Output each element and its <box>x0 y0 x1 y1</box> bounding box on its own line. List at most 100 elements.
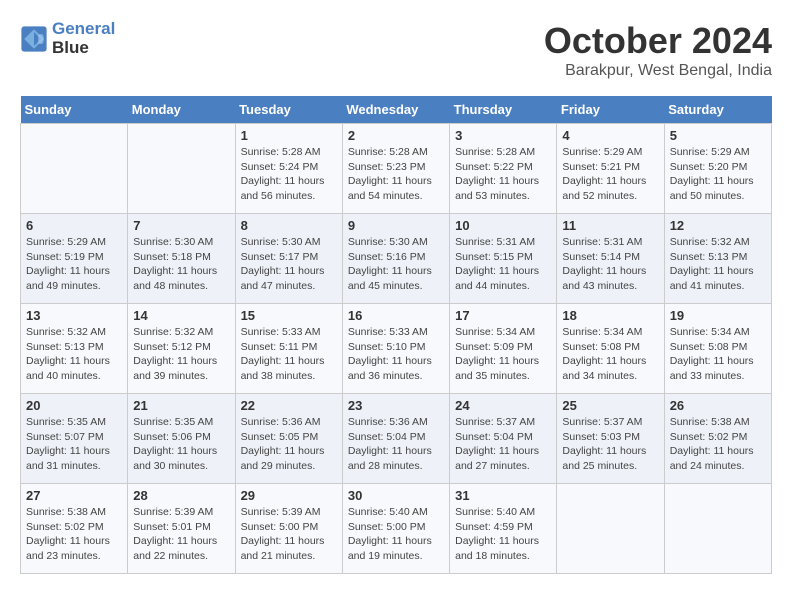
calendar-cell: 16 Sunrise: 5:33 AM Sunset: 5:10 PM Dayli… <box>342 304 449 394</box>
logo-blue: Blue <box>52 38 89 57</box>
cell-detail: Sunrise: 5:33 AM Sunset: 5:11 PM Dayligh… <box>241 325 337 384</box>
calendar-table: SundayMondayTuesdayWednesdayThursdayFrid… <box>20 96 772 574</box>
calendar-cell <box>557 484 664 574</box>
page-header: General Blue October 2024 Barakpur, West… <box>20 20 772 80</box>
cell-detail: Sunrise: 5:32 AM Sunset: 5:13 PM Dayligh… <box>670 235 766 294</box>
day-number: 23 <box>348 398 444 413</box>
cell-detail: Sunrise: 5:40 AM Sunset: 5:00 PM Dayligh… <box>348 505 444 564</box>
day-number: 30 <box>348 488 444 503</box>
cell-detail: Sunrise: 5:30 AM Sunset: 5:17 PM Dayligh… <box>241 235 337 294</box>
day-number: 20 <box>26 398 122 413</box>
cell-detail: Sunrise: 5:36 AM Sunset: 5:04 PM Dayligh… <box>348 415 444 474</box>
cell-detail: Sunrise: 5:28 AM Sunset: 5:23 PM Dayligh… <box>348 145 444 204</box>
calendar-cell: 5 Sunrise: 5:29 AM Sunset: 5:20 PM Daylig… <box>664 124 771 214</box>
calendar-cell: 18Sunrise: 5:34 AM Sunset: 5:08 PM Dayli… <box>557 304 664 394</box>
cell-detail: Sunrise: 5:34 AM Sunset: 5:09 PM Dayligh… <box>455 325 551 384</box>
calendar-cell: 7 Sunrise: 5:30 AM Sunset: 5:18 PM Daylig… <box>128 214 235 304</box>
header-tuesday: Tuesday <box>235 96 342 124</box>
cell-detail: Sunrise: 5:36 AM Sunset: 5:05 PM Dayligh… <box>241 415 337 474</box>
logo-icon <box>20 25 48 53</box>
cell-detail: Sunrise: 5:30 AM Sunset: 5:16 PM Dayligh… <box>348 235 444 294</box>
day-number: 31 <box>455 488 551 503</box>
header-monday: Monday <box>128 96 235 124</box>
header-wednesday: Wednesday <box>342 96 449 124</box>
calendar-cell <box>664 484 771 574</box>
day-number: 13 <box>26 308 122 323</box>
day-number: 10 <box>455 218 551 233</box>
day-number: 6 <box>26 218 122 233</box>
cell-detail: Sunrise: 5:38 AM Sunset: 5:02 PM Dayligh… <box>26 505 122 564</box>
logo-text-block: General Blue <box>52 20 115 57</box>
header-sunday: Sunday <box>21 96 128 124</box>
title-block: October 2024 Barakpur, West Bengal, Indi… <box>544 20 772 80</box>
calendar-week-3: 20 Sunrise: 5:35 AM Sunset: 5:07 PM Dayli… <box>21 394 772 484</box>
calendar-cell: 19 Sunrise: 5:34 AM Sunset: 5:08 PM Dayli… <box>664 304 771 394</box>
calendar-week-2: 13 Sunrise: 5:32 AM Sunset: 5:13 PM Dayli… <box>21 304 772 394</box>
day-number: 2 <box>348 128 444 143</box>
day-number: 9 <box>348 218 444 233</box>
day-number: 18 <box>562 308 658 323</box>
month-title: October 2024 <box>544 20 772 62</box>
day-number: 1 <box>241 128 337 143</box>
cell-detail: Sunrise: 5:37 AM Sunset: 5:04 PM Dayligh… <box>455 415 551 474</box>
logo-general: General <box>52 19 115 38</box>
calendar-cell: 3Sunrise: 5:28 AM Sunset: 5:22 PM Daylig… <box>450 124 557 214</box>
cell-detail: Sunrise: 5:32 AM Sunset: 5:13 PM Dayligh… <box>26 325 122 384</box>
day-number: 12 <box>670 218 766 233</box>
cell-detail: Sunrise: 5:38 AM Sunset: 5:02 PM Dayligh… <box>670 415 766 474</box>
day-number: 19 <box>670 308 766 323</box>
cell-detail: Sunrise: 5:29 AM Sunset: 5:21 PM Dayligh… <box>562 145 658 204</box>
cell-detail: Sunrise: 5:29 AM Sunset: 5:20 PM Dayligh… <box>670 145 766 204</box>
calendar-cell <box>128 124 235 214</box>
day-number: 11 <box>562 218 658 233</box>
cell-detail: Sunrise: 5:39 AM Sunset: 5:01 PM Dayligh… <box>133 505 229 564</box>
calendar-cell: 25 Sunrise: 5:37 AM Sunset: 5:03 PM Dayli… <box>557 394 664 484</box>
day-number: 26 <box>670 398 766 413</box>
day-number: 4 <box>562 128 658 143</box>
day-number: 7 <box>133 218 229 233</box>
day-number: 25 <box>562 398 658 413</box>
day-number: 22 <box>241 398 337 413</box>
day-number: 8 <box>241 218 337 233</box>
calendar-cell: 9 Sunrise: 5:30 AM Sunset: 5:16 PM Daylig… <box>342 214 449 304</box>
location: Barakpur, West Bengal, India <box>544 62 772 80</box>
calendar-cell <box>21 124 128 214</box>
cell-detail: Sunrise: 5:40 AM Sunset: 4:59 PM Dayligh… <box>455 505 551 564</box>
calendar-cell: 21 Sunrise: 5:35 AM Sunset: 5:06 PM Dayli… <box>128 394 235 484</box>
day-number: 28 <box>133 488 229 503</box>
calendar-cell: 24 Sunrise: 5:37 AM Sunset: 5:04 PM Dayli… <box>450 394 557 484</box>
calendar-cell: 11Sunrise: 5:31 AM Sunset: 5:14 PM Dayli… <box>557 214 664 304</box>
cell-detail: Sunrise: 5:37 AM Sunset: 5:03 PM Dayligh… <box>562 415 658 474</box>
day-number: 21 <box>133 398 229 413</box>
cell-detail: Sunrise: 5:30 AM Sunset: 5:18 PM Dayligh… <box>133 235 229 294</box>
calendar-cell: 23 Sunrise: 5:36 AM Sunset: 5:04 PM Dayli… <box>342 394 449 484</box>
calendar-cell: 26 Sunrise: 5:38 AM Sunset: 5:02 PM Dayli… <box>664 394 771 484</box>
cell-detail: Sunrise: 5:35 AM Sunset: 5:06 PM Dayligh… <box>133 415 229 474</box>
calendar-cell: 28 Sunrise: 5:39 AM Sunset: 5:01 PM Dayli… <box>128 484 235 574</box>
cell-detail: Sunrise: 5:29 AM Sunset: 5:19 PM Dayligh… <box>26 235 122 294</box>
header-saturday: Saturday <box>664 96 771 124</box>
calendar-cell: 8 Sunrise: 5:30 AM Sunset: 5:17 PM Daylig… <box>235 214 342 304</box>
day-number: 16 <box>348 308 444 323</box>
calendar-cell: 17Sunrise: 5:34 AM Sunset: 5:09 PM Dayli… <box>450 304 557 394</box>
calendar-cell: 22 Sunrise: 5:36 AM Sunset: 5:05 PM Dayli… <box>235 394 342 484</box>
calendar-cell: 27 Sunrise: 5:38 AM Sunset: 5:02 PM Dayli… <box>21 484 128 574</box>
day-number: 29 <box>241 488 337 503</box>
cell-detail: Sunrise: 5:31 AM Sunset: 5:15 PM Dayligh… <box>455 235 551 294</box>
cell-detail: Sunrise: 5:35 AM Sunset: 5:07 PM Dayligh… <box>26 415 122 474</box>
cell-detail: Sunrise: 5:34 AM Sunset: 5:08 PM Dayligh… <box>670 325 766 384</box>
day-number: 27 <box>26 488 122 503</box>
day-number: 5 <box>670 128 766 143</box>
header-friday: Friday <box>557 96 664 124</box>
day-number: 24 <box>455 398 551 413</box>
calendar-cell: 15 Sunrise: 5:33 AM Sunset: 5:11 PM Dayli… <box>235 304 342 394</box>
calendar-week-4: 27 Sunrise: 5:38 AM Sunset: 5:02 PM Dayli… <box>21 484 772 574</box>
day-number: 15 <box>241 308 337 323</box>
day-number: 14 <box>133 308 229 323</box>
calendar-cell: 1Sunrise: 5:28 AM Sunset: 5:24 PM Daylig… <box>235 124 342 214</box>
calendar-week-1: 6 Sunrise: 5:29 AM Sunset: 5:19 PM Daylig… <box>21 214 772 304</box>
day-number: 3 <box>455 128 551 143</box>
cell-detail: Sunrise: 5:39 AM Sunset: 5:00 PM Dayligh… <box>241 505 337 564</box>
calendar-cell: 14Sunrise: 5:32 AM Sunset: 5:12 PM Dayli… <box>128 304 235 394</box>
cell-detail: Sunrise: 5:33 AM Sunset: 5:10 PM Dayligh… <box>348 325 444 384</box>
